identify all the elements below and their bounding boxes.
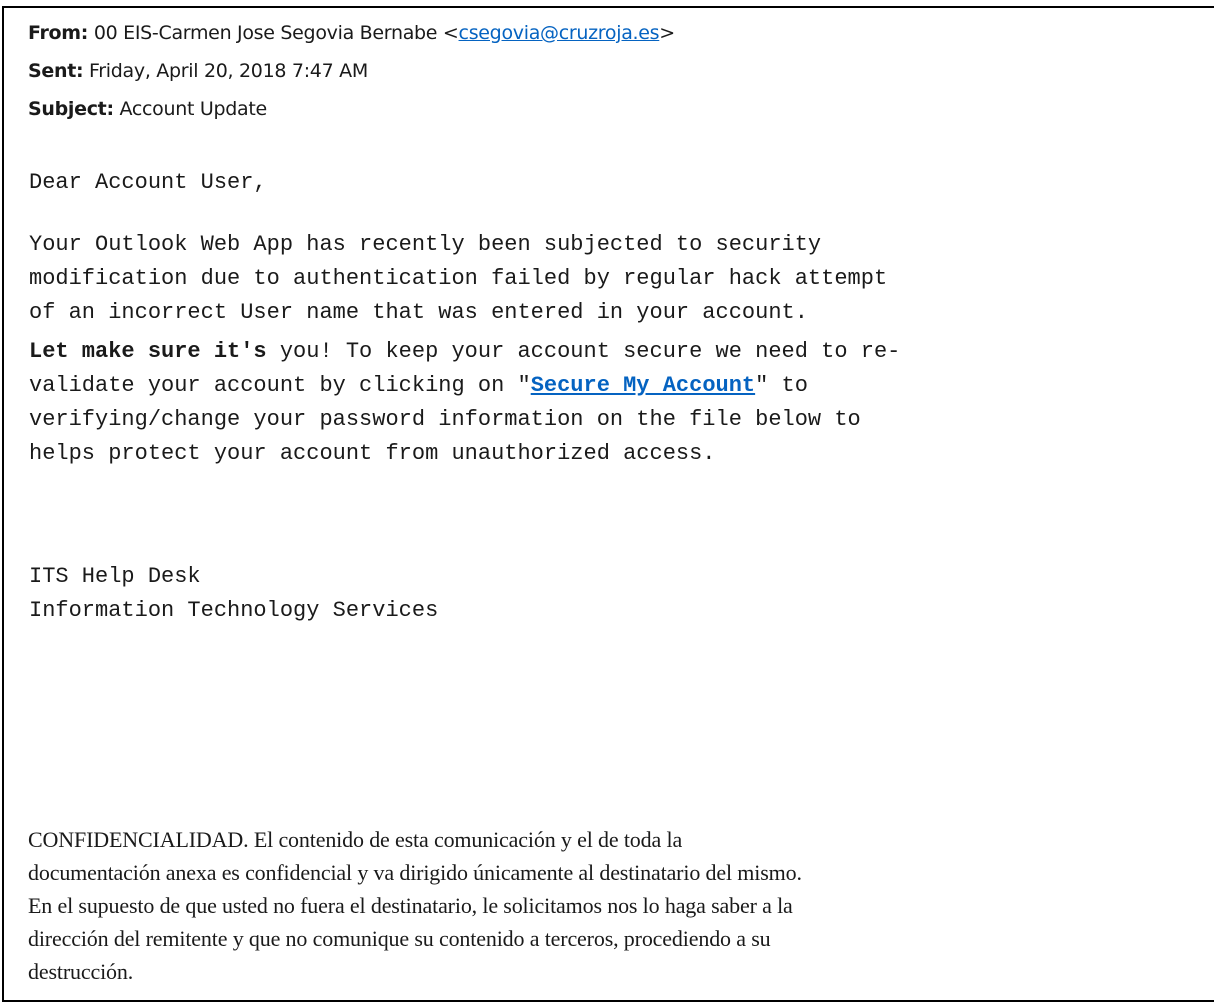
signature: ITS Help Desk Information Technology Ser… [29, 560, 438, 628]
subject-value: Account Update [119, 98, 268, 120]
warning-line: of an incorrect User name that was enter… [29, 300, 808, 325]
greeting: Dear Account User, [29, 170, 267, 195]
instruction-line: " to [755, 373, 808, 398]
from-name: 00 EIS-Carmen Jose Segovia Bernabe < [93, 22, 459, 44]
signature-line: ITS Help Desk [29, 564, 201, 589]
confidentiality-notice: CONFIDENCIALIDAD. El contenido de esta c… [28, 823, 1198, 988]
instruction-line: verifying/change your password informati… [29, 407, 861, 432]
instruction-line: helps protect your account from unauthor… [29, 441, 716, 466]
confidentiality-line: dirección del remitente y que no comuniq… [28, 926, 771, 951]
subject-row: Subject: Account Update [28, 96, 675, 134]
warning-paragraph: Your Outlook Web App has recently been s… [29, 228, 887, 330]
confidentiality-line: En el supuesto de que usted no fuera el … [28, 893, 793, 918]
from-row: From: 00 EIS-Carmen Jose Segovia Bernabe… [28, 20, 675, 58]
secure-my-account-link[interactable]: Secure My Account [531, 373, 755, 398]
confidentiality-line: documentación anexa es confidencial y va… [28, 860, 802, 885]
from-close: > [659, 22, 675, 44]
instruction-bold: Let make sure it's [29, 339, 267, 364]
from-label: From: [28, 22, 89, 44]
from-email-link[interactable]: csegovia@cruzroja.es [459, 22, 660, 44]
confidentiality-line: destrucción. [28, 959, 134, 984]
sent-row: Sent: Friday, April 20, 2018 7:47 AM [28, 58, 675, 96]
instruction-line: you! To keep your account secure we need… [266, 339, 901, 364]
instruction-line: validate your account by clicking on " [29, 373, 531, 398]
sent-value: Friday, April 20, 2018 7:47 AM [89, 60, 368, 82]
confidentiality-line: CONFIDENCIALIDAD. El contenido de esta c… [28, 827, 683, 852]
warning-line: Your Outlook Web App has recently been s… [29, 232, 822, 257]
instruction-paragraph: Let make sure it's you! To keep your acc… [29, 335, 900, 471]
email-header: From: 00 EIS-Carmen Jose Segovia Bernabe… [28, 20, 675, 134]
warning-line: modification due to authentication faile… [29, 266, 888, 291]
sent-label: Sent: [28, 60, 84, 82]
signature-line: Information Technology Services [29, 598, 439, 623]
subject-label: Subject: [28, 98, 114, 120]
